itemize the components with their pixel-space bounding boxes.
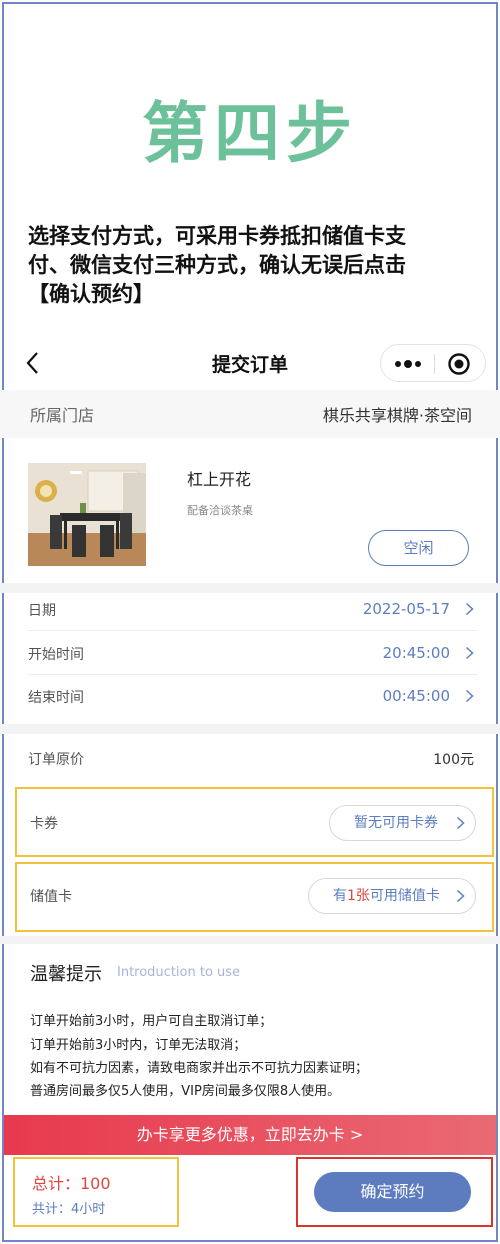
start-time-label: 开始时间 — [28, 647, 84, 663]
store-name: 棋乐共享棋牌·茶空间 — [322, 406, 472, 425]
coupon-button-label: 暂无可用卡券 — [354, 815, 438, 831]
chevron-right-icon — [465, 602, 474, 616]
room-status-button[interactable]: 空闲 — [368, 530, 469, 566]
capsule-divider — [434, 354, 435, 374]
tips-line: 普通房间最多仅5人使用，VIP房间最多仅限8人使用。 — [30, 1084, 341, 1099]
instruction-line: 付、微信支付三种方式，确认无误后点击 — [28, 253, 406, 277]
chevron-right-icon — [456, 816, 465, 830]
total-duration: 共计：4小时 — [32, 1202, 106, 1217]
tips-line: 如有不可抗力因素，请致电商家并出示不可抗力因素证明； — [30, 1061, 369, 1076]
membership-promo-banner[interactable]: 办卡享更多优惠，立即去办卡 > — [4, 1115, 496, 1155]
instruction-line: 选择支付方式，可采用卡券抵扣储值卡支 — [28, 224, 406, 248]
original-price-label: 订单原价 — [28, 752, 84, 768]
stored-card-button-label: 有1张可用储值卡 — [333, 879, 440, 913]
end-time-row[interactable]: 结束时间 00:45:00 — [28, 676, 478, 718]
date-value: 2022-05-17 — [362, 600, 450, 618]
tips-line: 订单开始前3小时内，订单无法取消； — [30, 1038, 247, 1053]
room-name: 杠上开花 — [187, 470, 252, 489]
stored-card-count: 1张 — [347, 888, 370, 904]
coupon-label: 卡券 — [30, 816, 58, 832]
section-divider — [0, 936, 500, 944]
instruction-text: 选择支付方式，可采用卡券抵扣储值卡支 付、微信支付三种方式，确认无误后点击 【确… — [28, 222, 478, 309]
chevron-right-icon — [465, 646, 474, 660]
room-description: 配备洽谈茶桌 — [187, 504, 253, 517]
confirm-booking-button[interactable]: 确定预约 — [314, 1172, 471, 1212]
instruction-line: 【确认预约】 — [28, 282, 154, 306]
coupon-select-button[interactable]: 暂无可用卡券 — [329, 805, 476, 841]
end-time-label: 结束时间 — [28, 690, 84, 706]
tips-subtitle: Introduction to use — [117, 965, 241, 980]
stored-card-select-button[interactable]: 有1张可用储值卡 — [308, 878, 476, 914]
nav-bar: 提交订单 — [0, 340, 500, 386]
store-label: 所属门店 — [30, 406, 95, 425]
step-title: 第四步 — [142, 95, 358, 172]
miniprogram-capsule — [380, 344, 486, 382]
store-row: 所属门店 棋乐共享棋牌·茶空间 — [0, 390, 500, 438]
start-time-row[interactable]: 开始时间 20:45:00 — [28, 633, 478, 675]
total-price: 总计：100 — [32, 1174, 111, 1193]
tips-title: 温馨提示 — [30, 964, 102, 985]
tips-line: 订单开始前3小时，用户可自主取消订单； — [30, 1014, 273, 1029]
room-photo — [28, 463, 146, 566]
date-label: 日期 — [28, 603, 56, 619]
date-row[interactable]: 日期 2022-05-17 — [28, 589, 478, 631]
start-time-value: 20:45:00 — [382, 644, 450, 662]
end-time-value: 00:45:00 — [382, 687, 450, 705]
target-circle-icon[interactable] — [447, 352, 471, 376]
original-price-value: 100元 — [433, 752, 474, 768]
section-divider — [0, 724, 500, 734]
chevron-right-icon — [465, 689, 474, 703]
more-dots-icon[interactable] — [393, 356, 423, 372]
stored-card-prefix: 有 — [333, 888, 347, 904]
chevron-right-icon — [456, 889, 465, 903]
stored-card-suffix: 可用储值卡 — [369, 888, 440, 904]
room-photo-image — [28, 463, 146, 566]
stored-card-label: 储值卡 — [30, 889, 72, 905]
